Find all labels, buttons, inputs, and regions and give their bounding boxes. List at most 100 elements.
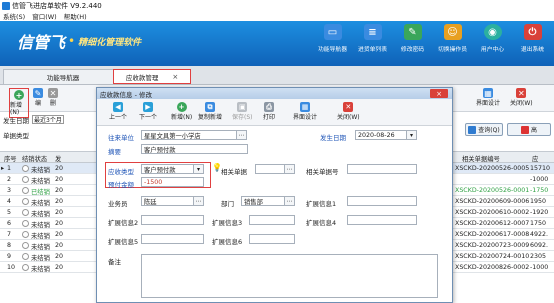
row-state: 未结销 [31,222,50,229]
summary-field[interactable]: 客户预付款 [141,144,248,154]
row-ref: XSCKD-20200609-0006 [455,198,530,205]
nav-change-password[interactable]: ✎ 修改密码 [393,24,432,53]
edit-button[interactable]: ✎ 编 [33,88,43,107]
prev-button[interactable]: ◀ 上一个 [109,102,127,121]
delete-label: 删 [49,100,56,107]
dialog-layout-button[interactable]: ▦ 界面设计 [293,102,317,121]
row-amount: 1750 [530,220,547,227]
remark-textarea[interactable] [141,254,438,298]
row-status-checkbox[interactable] [22,198,29,205]
nav-exit-system[interactable]: ⏻ 退出系统 [513,24,552,53]
row-state: 未结销 [31,211,50,218]
arrow-left-icon: ◀ [113,102,123,112]
col-header-ref[interactable]: 相关单据编号 [462,154,500,163]
row-no: 9 [7,253,12,260]
nav-label: 进货单列表 [358,47,387,53]
copy-icon: ⧉ [205,102,215,112]
delete-button[interactable]: ✕ 删 [48,88,58,107]
row-status-checkbox[interactable] [22,231,29,238]
row-amount: 6092. [530,242,549,249]
nav-label: 切换操作员 [438,47,467,53]
date-range-select[interactable]: 最近3个月 [32,115,64,124]
ext1-field[interactable] [347,196,417,206]
related-doc-label: 相关单据 [221,168,247,176]
row-state: 未结销 [31,255,50,262]
save-button[interactable]: ▣ 保存(S) [232,102,253,121]
row-status-checkbox[interactable] [22,187,29,194]
tab-function-navigator[interactable]: 功能导航器 [3,69,123,84]
ext4-field[interactable] [347,215,417,225]
advanced-button[interactable]: 高 [507,123,551,136]
col-header-date[interactable]: 发 [55,154,61,163]
menu-system[interactable]: 系统(S) [3,11,25,21]
ext6-field[interactable] [249,234,295,244]
nav-label: 退出系统 [520,47,545,53]
amount-field[interactable]: -1500 [141,177,204,187]
tab-close-icon[interactable]: × [172,73,178,81]
related-doc-field[interactable]: ⋯ [255,164,295,174]
copy-add-button[interactable]: ⧉ 复制新增 [198,102,222,121]
unit-field[interactable]: 星星文具第一小学店 ⋯ [141,130,247,140]
nav-switch-operator[interactable]: ☺ 切换操作员 [433,24,472,53]
ext3-field[interactable] [249,215,295,225]
row-status-checkbox[interactable] [22,242,29,249]
ext5-field[interactable] [141,234,204,244]
close-button[interactable]: ✕ 关闭(W) [510,88,533,107]
ext2-field[interactable] [141,215,204,225]
type-select[interactable]: 客户预付款 ▾ [141,164,204,174]
dialog-title: 应收款信息 - 修改 [100,90,152,99]
print-button[interactable]: ⎙ 打印 [263,102,275,121]
dialog-close-label: 关闭(W) [337,114,360,121]
related-no-field[interactable] [347,164,417,174]
row-amount: 2305 [530,253,547,260]
col-header-amount[interactable]: 应 [532,154,538,163]
query-button[interactable]: 查询(Q) [465,123,503,136]
close-icon: ✕ [516,88,527,98]
row-status-checkbox[interactable] [22,209,29,216]
nav-user-center[interactable]: ◉ 用户中心 [473,24,512,53]
col-header-state[interactable]: 结销状态 [22,154,47,163]
dialog-add-button[interactable]: + 新增(N) [171,102,192,121]
nav-purchase-list[interactable]: ≡ 进货单列表 [353,24,392,53]
window-title: 信管飞进店单软件 V9.2.440 [12,1,102,10]
plus-icon: + [14,90,24,100]
row-status-checkbox[interactable] [22,253,29,260]
row-status-checkbox[interactable] [22,220,29,227]
related-browse-button[interactable]: ⋯ [284,165,294,173]
salesman-browse-button[interactable]: ⋯ [193,197,203,205]
unit-browse-button[interactable]: ⋯ [236,131,246,139]
row-state: 已结销 [31,189,50,196]
dialog-close-icon[interactable]: × [430,89,448,98]
menu-help[interactable]: 帮助(H) [64,11,87,21]
row-status-checkbox[interactable] [22,176,29,183]
dialog-close-button[interactable]: ✕ 关闭(W) [337,102,360,121]
nav-label: 功能导航器 [318,47,347,53]
chevron-down-icon[interactable]: ▾ [406,131,416,139]
tab-receivables[interactable]: 应收款管理 × [113,69,191,84]
receivable-edit-dialog: 应收款信息 - 修改 × ◀ 上一个 ▶ 下一个 + 新增(N) ⧉ 复制新增 … [96,87,453,303]
row-ref: XSCKD-20200612-0007 [455,220,530,227]
chevron-down-icon[interactable]: ▾ [193,165,203,173]
row-status-checkbox[interactable] [22,264,29,271]
layout-design-button[interactable]: ▦ 界面设计 [476,88,500,107]
dialog-layout-label: 界面设计 [293,114,318,121]
row-status-checkbox[interactable] [22,165,29,172]
search-icon [468,125,477,134]
col-header-no[interactable]: 序号 [4,154,17,163]
close-icon: ✕ [343,102,354,112]
salesman-field[interactable]: 陈廷 ⋯ [141,196,204,206]
key-icon: ✎ [403,24,422,40]
row-date: 20 [55,253,64,260]
row-no: 1 [7,165,12,172]
tab-label: 功能导航器 [46,74,80,82]
dept-field[interactable]: 销售部 ⋯ [241,196,295,206]
nav-function-navigator[interactable]: ▭ 功能导航器 [313,24,352,53]
menu-window[interactable]: 窗口(W) [32,11,57,21]
edit-icon: ✎ [33,88,43,98]
row-date: 20 [55,220,64,227]
next-button[interactable]: ▶ 下一个 [139,102,157,121]
amount-label: 预付金额 [108,181,134,189]
date-field[interactable]: 2020-08-26 ▾ [355,130,417,140]
row-date: 20 [55,176,64,183]
dept-browse-button[interactable]: ⋯ [284,197,294,205]
